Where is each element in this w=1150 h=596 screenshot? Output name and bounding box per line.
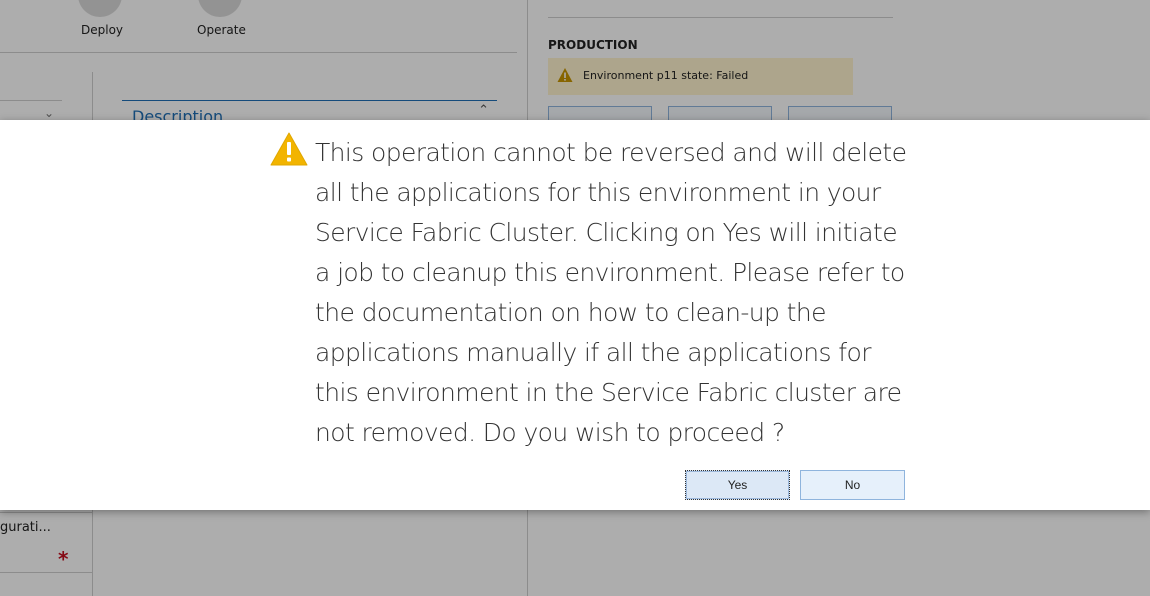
confirm-delete-dialog: This operation cannot be reversed and wi… [0,120,1150,510]
yes-button[interactable]: Yes [685,470,790,500]
no-button[interactable]: No [800,470,905,500]
dialog-message: This operation cannot be reversed and wi… [315,138,907,447]
warning-icon [270,132,308,166]
